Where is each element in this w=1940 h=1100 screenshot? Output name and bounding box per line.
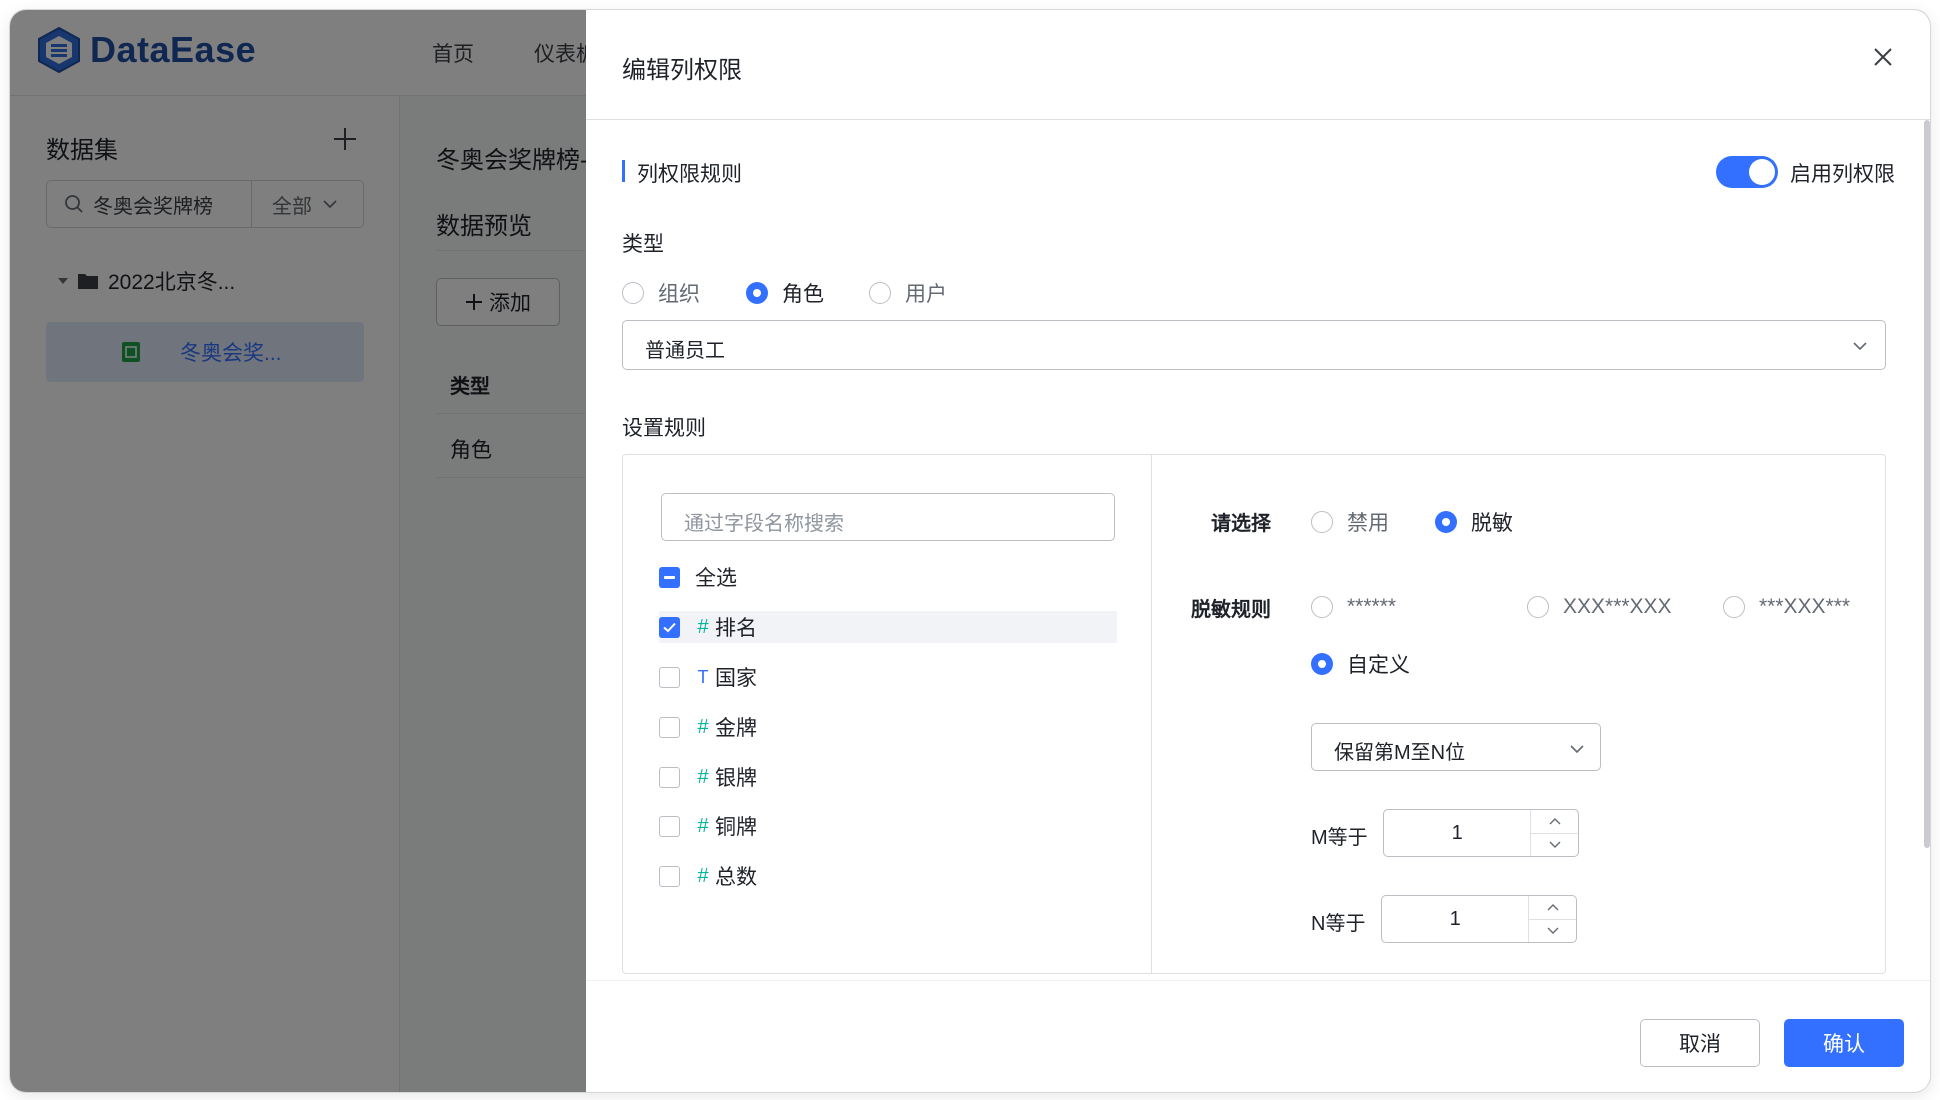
custom-rule-value: 保留第M至N位: [1334, 742, 1466, 764]
field-row[interactable]: # 金牌: [659, 711, 1117, 743]
stepper: [1528, 896, 1576, 942]
radio-dot: [746, 282, 768, 304]
n-label: N等于: [1311, 913, 1366, 935]
switch-label: 启用列权限: [1790, 163, 1895, 186]
text-type-icon: T: [697, 666, 709, 687]
radio-label: XXX***XXX: [1563, 595, 1672, 618]
number-type-icon: #: [697, 615, 709, 638]
radio-label: 用户: [905, 283, 947, 306]
checkbox-checked: [659, 616, 680, 638]
m-value[interactable]: 1: [1384, 810, 1530, 856]
m-number-input[interactable]: 1: [1383, 809, 1579, 857]
mask-rule-label: 脱敏规则: [1191, 599, 1271, 621]
radio-label: 组织: [658, 283, 700, 306]
section-title: 列权限规则: [637, 163, 742, 186]
mask-radio-all[interactable]: ******: [1311, 595, 1396, 619]
type-radio-user[interactable]: 用户: [869, 278, 947, 308]
field-name: 铜牌: [715, 816, 757, 839]
field-row[interactable]: # 银牌: [659, 761, 1117, 793]
section-marker: [622, 160, 625, 182]
checkbox: [659, 865, 680, 887]
m-label: M等于: [1311, 827, 1368, 849]
radio-label: ******: [1347, 595, 1397, 618]
divider: [1151, 455, 1152, 973]
mask-radio-custom[interactable]: 自定义: [1311, 649, 1410, 679]
decrease-button[interactable]: [1531, 834, 1578, 857]
close-icon[interactable]: [1868, 42, 1898, 72]
increase-button[interactable]: [1531, 810, 1578, 834]
field-name: 总数: [715, 866, 757, 889]
field-name: 银牌: [715, 767, 757, 790]
arrow-down-icon: [1547, 927, 1559, 934]
radio-dot: [1723, 596, 1745, 618]
drawer-title: 编辑列权限: [622, 57, 742, 84]
radio-label: 禁用: [1347, 512, 1389, 535]
chevron-down-icon: [1853, 342, 1867, 351]
choose-radio-disable[interactable]: 禁用: [1311, 507, 1389, 537]
field-row[interactable]: # 铜牌: [659, 810, 1117, 842]
field-row[interactable]: # 排名: [659, 611, 1117, 643]
field-name: 排名: [715, 617, 757, 640]
mask-radio-ends[interactable]: ***XXX***: [1723, 595, 1850, 619]
n-value[interactable]: 1: [1382, 896, 1528, 942]
custom-rule-select[interactable]: 保留第M至N位: [1311, 723, 1601, 771]
checkbox: [659, 666, 680, 688]
switch-knob: [1749, 159, 1775, 185]
select-all-checkbox[interactable]: 全选: [659, 561, 1117, 593]
radio-label: 角色: [782, 283, 824, 306]
checkbox: [659, 766, 680, 788]
checkbox: [659, 716, 680, 738]
arrow-up-icon: [1547, 904, 1559, 911]
field-name: 国家: [715, 667, 757, 690]
decrease-button[interactable]: [1529, 920, 1576, 943]
radio-dot: [622, 282, 644, 304]
arrow-down-icon: [1549, 841, 1561, 848]
n-number-input[interactable]: 1: [1381, 895, 1577, 943]
radio-label: 脱敏: [1471, 512, 1513, 535]
choose-label: 请选择: [1211, 513, 1271, 535]
target-select[interactable]: 普通员工: [622, 320, 1886, 370]
mask-radio-middle[interactable]: XXX***XXX: [1527, 595, 1672, 619]
cancel-button[interactable]: 取消: [1640, 1019, 1760, 1067]
scrollbar[interactable]: [1924, 120, 1930, 848]
choose-radio-mask[interactable]: 脱敏: [1435, 507, 1513, 537]
confirm-button[interactable]: 确认: [1784, 1019, 1904, 1067]
type-radio-role[interactable]: 角色: [746, 278, 824, 308]
enable-column-permission-switch[interactable]: [1716, 156, 1778, 188]
field-row[interactable]: # 总数: [659, 860, 1117, 892]
type-label: 类型: [622, 233, 664, 256]
field-search-input[interactable]: 通过字段名称搜索: [661, 493, 1115, 541]
rules-label: 设置规则: [622, 417, 706, 440]
number-type-icon: #: [697, 864, 709, 887]
field-name: 金牌: [715, 717, 757, 740]
radio-dot: [1311, 653, 1333, 675]
radio-label: ***XXX***: [1759, 595, 1851, 618]
arrow-up-icon: [1549, 818, 1561, 825]
radio-dot: [1435, 511, 1457, 533]
stepper: [1530, 810, 1578, 856]
type-radio-org[interactable]: 组织: [622, 278, 700, 308]
radio-dot: [1311, 596, 1333, 618]
number-type-icon: #: [697, 814, 709, 837]
checkbox-indeterminate: [659, 566, 680, 588]
select-all-label: 全选: [695, 567, 737, 590]
radio-label: 自定义: [1347, 654, 1410, 677]
check-icon: [663, 622, 676, 632]
radio-dot: [869, 282, 891, 304]
app-window: DataEase 首页 仪表板 数据集 冬奥会奖牌榜 全部 2022北京冬...: [10, 10, 1930, 1092]
radio-dot: [1311, 511, 1333, 533]
drawer-footer: 取消 确认: [586, 980, 1930, 1092]
edit-column-permission-drawer: 编辑列权限 列权限规则 启用列权限 类型 组织 角色 用户 普通员工 设置规则: [586, 10, 1930, 1092]
rules-box: 通过字段名称搜索 全选 # 排名 T 国家 # 金牌 # 银牌 # 铜牌 # 总…: [622, 454, 1886, 974]
field-row[interactable]: T 国家: [659, 661, 1117, 693]
increase-button[interactable]: [1529, 896, 1576, 920]
chevron-down-icon: [1570, 745, 1584, 754]
drawer-header: 编辑列权限: [586, 10, 1930, 120]
target-select-value: 普通员工: [645, 340, 725, 362]
checkbox: [659, 815, 680, 837]
number-type-icon: #: [697, 715, 709, 738]
radio-dot: [1527, 596, 1549, 618]
number-type-icon: #: [697, 765, 709, 788]
